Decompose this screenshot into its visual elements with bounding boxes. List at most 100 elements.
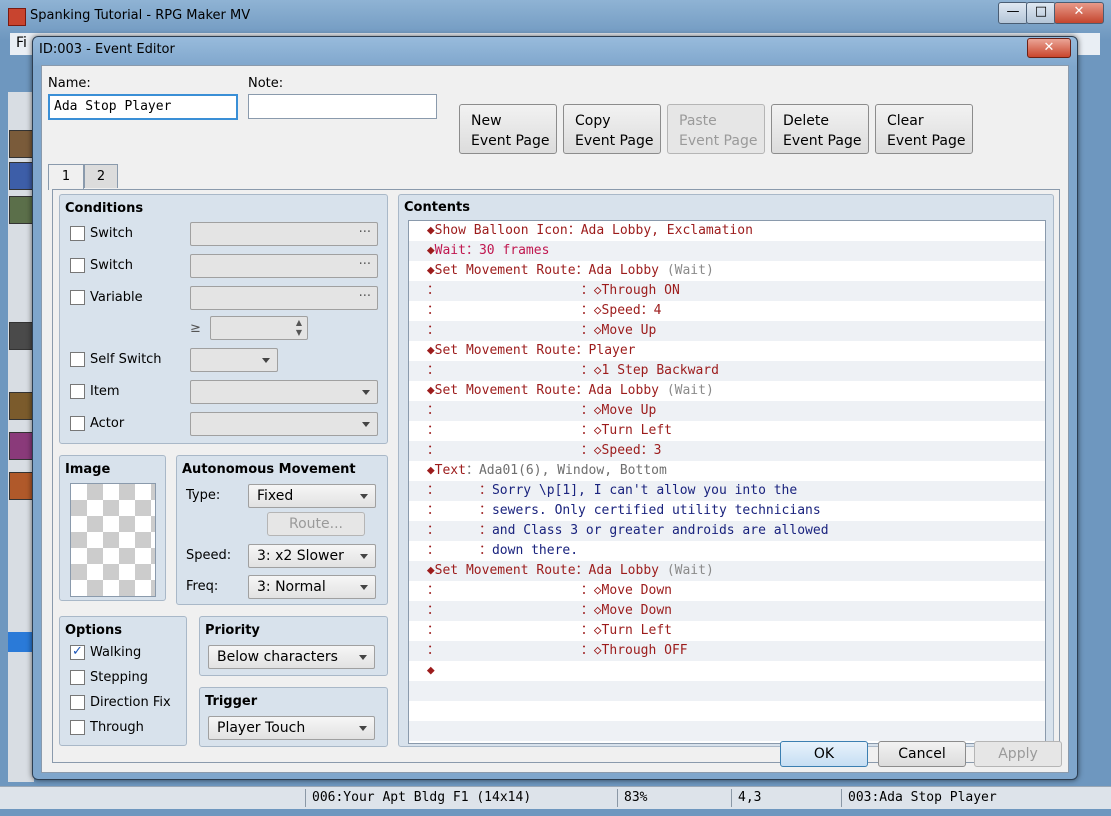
event-image-picker[interactable] bbox=[70, 483, 156, 597]
event-command-text: ： ：◇Move Up bbox=[426, 403, 657, 418]
tile-palette-strip[interactable] bbox=[8, 92, 34, 782]
options-group: Options ✓ Walking Stepping Direction Fix… bbox=[59, 616, 187, 746]
delete-event-page-button[interactable]: Delete Event Page bbox=[771, 104, 869, 154]
event-command-row[interactable]: ◆ bbox=[409, 661, 1045, 681]
variable-checkbox[interactable] bbox=[70, 290, 85, 305]
event-command-row[interactable]: ： ：down there. bbox=[409, 541, 1045, 561]
event-command-row[interactable]: ： ：and Class 3 or greater androids are a… bbox=[409, 521, 1045, 541]
event-command-text: sewers. Only certified utility technicia… bbox=[491, 503, 821, 518]
event-command-row[interactable]: ： ：◇Speed：4 bbox=[409, 301, 1045, 321]
event-command-row[interactable] bbox=[409, 681, 1045, 701]
apply-button[interactable]: Apply bbox=[974, 741, 1062, 767]
self-switch-select[interactable] bbox=[190, 348, 278, 372]
event-command-text: down there. bbox=[491, 543, 579, 558]
paste-event-page-button[interactable]: Paste Event Page bbox=[667, 104, 765, 154]
switch1-checkbox[interactable] bbox=[70, 226, 85, 241]
event-command-row[interactable]: ◆Set Movement Route：Ada Lobby (Wait) bbox=[409, 261, 1045, 281]
tile-thumb[interactable] bbox=[9, 392, 33, 420]
item-select[interactable] bbox=[190, 380, 378, 404]
event-command-row[interactable] bbox=[409, 701, 1045, 721]
event-command-row[interactable]: ： ：◇Through ON bbox=[409, 281, 1045, 301]
tile-thumb[interactable] bbox=[9, 322, 33, 350]
maximize-button[interactable]: □ bbox=[1026, 2, 1056, 24]
speed-select[interactable]: 3: x2 Slower bbox=[248, 544, 376, 568]
direction-fix-checkbox[interactable] bbox=[70, 695, 85, 710]
status-map: 006:Your Apt Bldg F1 (14x14) bbox=[312, 790, 532, 805]
row-indent bbox=[409, 523, 427, 538]
switch1-ellipsis[interactable]: ··· bbox=[359, 225, 371, 240]
event-command-row[interactable]: ◆Wait：30 frames bbox=[409, 241, 1045, 261]
variable-ellipsis[interactable]: ··· bbox=[359, 289, 371, 304]
tile-thumb[interactable] bbox=[9, 162, 33, 190]
actor-select[interactable] bbox=[190, 412, 378, 436]
variable-value-spinner[interactable]: ▲ ▼ bbox=[210, 316, 308, 340]
copy-event-page-button[interactable]: Copy Event Page bbox=[563, 104, 661, 154]
cancel-button[interactable]: Cancel bbox=[878, 741, 966, 767]
tile-thumb[interactable] bbox=[9, 196, 33, 224]
event-command-row[interactable]: ： ：◇Through OFF bbox=[409, 641, 1045, 661]
event-command-row[interactable]: ： ：◇Turn Left bbox=[409, 621, 1045, 641]
item-checkbox[interactable] bbox=[70, 384, 85, 399]
switch2-ellipsis[interactable]: ··· bbox=[359, 257, 371, 272]
dialog-body: Name: Ada Stop Player Note: New Event Pa… bbox=[41, 65, 1069, 773]
event-command-row[interactable]: ◆Set Movement Route：Ada Lobby (Wait) bbox=[409, 381, 1045, 401]
event-command-text: ： ：◇Speed：3 bbox=[426, 443, 662, 458]
row-indent bbox=[409, 263, 427, 278]
event-command-row[interactable]: ： ：◇1 Step Backward bbox=[409, 361, 1045, 381]
event-command-row[interactable]: ： ：◇Speed：3 bbox=[409, 441, 1045, 461]
through-checkbox[interactable] bbox=[70, 720, 85, 735]
chevron-down-icon bbox=[359, 655, 367, 660]
switch2-checkbox[interactable] bbox=[70, 258, 85, 273]
spinner-down-icon[interactable]: ▼ bbox=[296, 328, 302, 337]
menu-file[interactable]: Fi bbox=[16, 35, 27, 51]
event-command-row[interactable]: ◆Show Balloon Icon：Ada Lobby, Exclamatio… bbox=[409, 221, 1045, 241]
stepping-checkbox[interactable] bbox=[70, 670, 85, 685]
event-command-row[interactable]: ◆Set Movement Route：Player bbox=[409, 341, 1045, 361]
event-command-text: (Wait) bbox=[666, 383, 714, 398]
event-command-row[interactable]: ： ：sewers. Only certified utility techni… bbox=[409, 501, 1045, 521]
name-value: Ada Stop Player bbox=[54, 99, 172, 114]
variable-select[interactable]: ··· bbox=[190, 286, 378, 310]
note-field[interactable] bbox=[248, 94, 437, 119]
trigger-value: Player Touch bbox=[217, 720, 306, 736]
name-field[interactable]: Ada Stop Player bbox=[48, 94, 238, 120]
event-command-row[interactable]: ： ：◇Move Down bbox=[409, 601, 1045, 621]
priority-select[interactable]: Below characters bbox=[208, 645, 375, 669]
tile-thumb[interactable] bbox=[9, 130, 33, 158]
event-command-row[interactable] bbox=[409, 721, 1045, 741]
tile-thumb[interactable] bbox=[9, 432, 33, 460]
ok-button[interactable]: OK bbox=[780, 741, 868, 767]
image-title: Image bbox=[65, 462, 111, 477]
tab-page-2[interactable]: 2 bbox=[84, 164, 118, 188]
close-window-button[interactable]: ✕ bbox=[1054, 2, 1104, 24]
row-indent bbox=[409, 463, 427, 478]
trigger-select[interactable]: Player Touch bbox=[208, 716, 375, 740]
event-command-row[interactable]: ： ：◇Move Down bbox=[409, 581, 1045, 601]
route-button[interactable]: Route... bbox=[267, 512, 365, 536]
switch1-select[interactable]: ··· bbox=[190, 222, 378, 246]
switch2-select[interactable]: ··· bbox=[190, 254, 378, 278]
spinner-up-icon[interactable]: ▲ bbox=[296, 318, 302, 327]
event-command-row[interactable]: ： ：◇Move Up bbox=[409, 321, 1045, 341]
dialog-close-button[interactable]: ✕ bbox=[1027, 38, 1071, 58]
row-indent bbox=[409, 243, 427, 258]
walking-checkbox[interactable]: ✓ bbox=[70, 645, 85, 660]
clear-event-page-button[interactable]: Clear Event Page bbox=[875, 104, 973, 154]
self-switch-checkbox[interactable] bbox=[70, 352, 85, 367]
new-event-page-button[interactable]: New Event Page bbox=[459, 104, 557, 154]
event-command-row[interactable]: ◆Text：Ada01(6), Window, Bottom bbox=[409, 461, 1045, 481]
freq-select[interactable]: 3: Normal bbox=[248, 575, 376, 599]
event-command-row[interactable]: ： ：◇Move Up bbox=[409, 401, 1045, 421]
status-divider bbox=[305, 789, 306, 807]
tile-thumb[interactable] bbox=[9, 472, 33, 500]
actor-checkbox[interactable] bbox=[70, 416, 85, 431]
type-select[interactable]: Fixed bbox=[248, 484, 376, 508]
tab-page-1[interactable]: 1 bbox=[48, 164, 84, 190]
event-command-row[interactable]: ： ：◇Turn Left bbox=[409, 421, 1045, 441]
event-command-text: ◆Set Movement Route：Ada Lobby bbox=[426, 563, 667, 578]
minimize-button[interactable]: — bbox=[998, 2, 1028, 24]
event-command-row[interactable]: ◆Set Movement Route：Ada Lobby (Wait) bbox=[409, 561, 1045, 581]
event-command-list[interactable]: ◆Show Balloon Icon：Ada Lobby, Exclamatio… bbox=[408, 220, 1046, 744]
selected-map-item[interactable] bbox=[8, 632, 34, 652]
event-command-row[interactable]: ： ：Sorry \p[1], I can't allow you into t… bbox=[409, 481, 1045, 501]
